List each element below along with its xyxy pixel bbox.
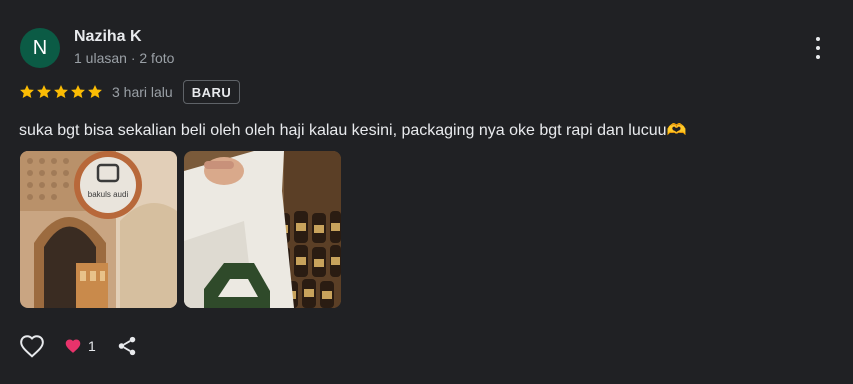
review-photo-store[interactable]: bakuls audi [20, 151, 177, 308]
review-time: 3 hari lalu [112, 84, 173, 100]
avatar-initial: N [32, 36, 48, 59]
star-icon [37, 85, 51, 98]
star-icon [71, 85, 85, 98]
star-rating [19, 84, 103, 100]
heart-outline-icon [20, 335, 44, 358]
bag-photo-image [184, 151, 341, 308]
share-button[interactable] [116, 335, 138, 357]
reviewer-name[interactable]: Naziha K [74, 28, 142, 46]
new-badge: BARU [182, 80, 241, 104]
star-icon [54, 85, 68, 98]
star-icon [88, 85, 102, 98]
more-dot-icon [816, 37, 820, 41]
more-options-button[interactable] [808, 37, 828, 59]
share-icon [118, 336, 136, 356]
more-dot-icon [816, 46, 820, 50]
store-sign-text: bakuls audi [88, 190, 129, 199]
review-photo-bag[interactable] [184, 151, 341, 308]
reviewer-avatar[interactable]: N [20, 28, 60, 68]
reaction-count: 1 [88, 338, 96, 354]
reviewer-meta: 1 ulasan · 2 foto [74, 50, 175, 66]
reaction-count-button[interactable]: 1 [64, 338, 96, 354]
review-actions: 1 [19, 333, 138, 359]
more-dot-icon [816, 55, 820, 59]
store-photo-image: bakuls audi [20, 151, 177, 308]
like-button[interactable] [19, 334, 45, 358]
rating-row: 3 hari lalu BARU [19, 80, 241, 104]
review-text: suka bgt bisa sekalian beli oleh oleh ha… [19, 122, 687, 139]
heart-filled-icon [65, 339, 81, 353]
star-icon [20, 85, 34, 98]
